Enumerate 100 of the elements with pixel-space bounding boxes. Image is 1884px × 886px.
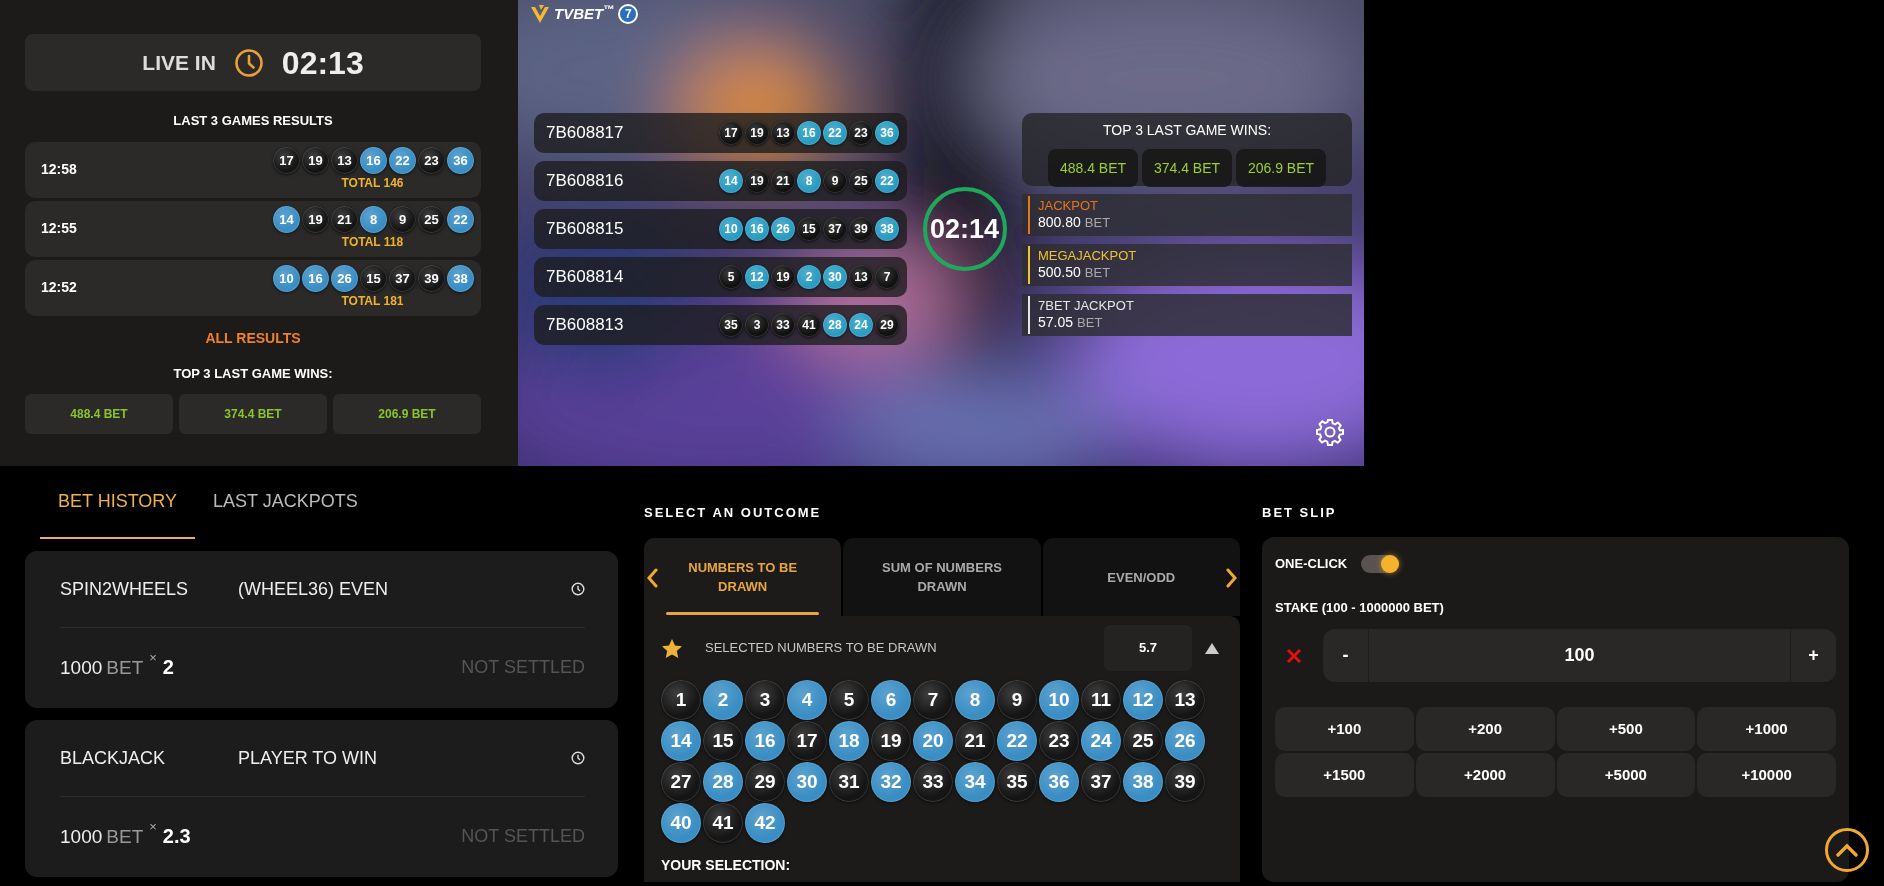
outcome-tab[interactable]: SUM OF NUMBERS DRAWN <box>843 538 1041 616</box>
number-ball: 16 <box>360 147 387 174</box>
stake-amount: 1000 <box>60 824 103 849</box>
minus-button[interactable]: - <box>1323 629 1368 682</box>
number-ball: 21 <box>771 169 795 193</box>
jackpot-amount: 500.50 <box>1038 263 1081 280</box>
quick-stake-button[interactable]: +5000 <box>1556 753 1696 797</box>
win-amount: 488.4 BET <box>1048 149 1138 187</box>
clock-icon <box>233 47 264 78</box>
number-ball: 35 <box>719 313 743 337</box>
section-title: BET SLIP <box>1262 504 1338 522</box>
draw-id: 7B608816 <box>546 170 624 193</box>
section-title: TOP 3 LAST GAME WINS: <box>172 364 334 383</box>
close-icon[interactable] <box>1286 647 1302 664</box>
number-ball: 14 <box>661 721 701 761</box>
number-ball: 5 <box>829 680 869 720</box>
total-text: TOTAL 146 <box>341 175 404 192</box>
win-amount: 374.4 BET <box>179 394 327 434</box>
jackpot-name: 7BET JACKPOT <box>1038 297 1134 313</box>
number-ball: 25 <box>849 169 873 193</box>
scroll-top-button[interactable] <box>1825 828 1869 872</box>
quick-stake-button[interactable]: +100 <box>1275 707 1414 751</box>
number-ball: 37 <box>389 265 416 292</box>
settings-icon[interactable] <box>1316 418 1344 446</box>
clock-icon <box>571 751 585 765</box>
draw-id: 7B608814 <box>546 266 624 289</box>
chevron-right-icon[interactable] <box>1226 568 1238 588</box>
win-amount: 206.9 BET <box>333 394 481 434</box>
number-ball: 10 <box>273 265 300 292</box>
all-results-link[interactable]: ALL RESULTS <box>205 329 301 346</box>
jackpot-name: JACKPOT <box>1038 197 1099 213</box>
number-ball: 3 <box>745 313 769 337</box>
win-amount: 374.4 BET <box>1142 149 1232 187</box>
market-name: SELECTED NUMBERS TO BE DRAWN <box>705 639 937 658</box>
draw-time: 12:55 <box>41 219 77 238</box>
number-ball: 22 <box>997 721 1037 761</box>
chevron-left-icon[interactable] <box>646 568 658 588</box>
star-icon[interactable] <box>661 637 683 659</box>
number-ball: 27 <box>661 762 701 802</box>
draw-id: 7B608817 <box>546 122 624 145</box>
number-ball: 37 <box>1081 762 1121 802</box>
number-ball: 30 <box>787 762 827 802</box>
toggle-label: ONE-CLICK <box>1275 555 1348 573</box>
history-tab[interactable]: BET HISTORY <box>40 466 196 539</box>
quick-stake-button[interactable]: +2000 <box>1415 753 1555 797</box>
number-ball: 19 <box>302 206 329 233</box>
number-ball: 39 <box>1165 762 1205 802</box>
number-ball: 22 <box>447 206 474 233</box>
times-sign: × <box>149 648 157 667</box>
number-ball: 41 <box>703 803 743 843</box>
bet-outcome: PLAYER TO WIN <box>238 746 379 770</box>
outcome-tab[interactable]: EVEN/ODD <box>1042 538 1240 616</box>
outcome-tab[interactable]: NUMBERS TO BE DRAWN <box>644 538 842 616</box>
quick-stake-button[interactable]: +200 <box>1415 707 1555 751</box>
draw-id: 7B608815 <box>546 218 624 241</box>
number-ball: 19 <box>771 265 795 289</box>
toggle-switch[interactable] <box>1361 554 1400 573</box>
number-ball: 19 <box>745 169 769 193</box>
number-ball: 10 <box>719 217 743 241</box>
number-ball: 21 <box>331 206 358 233</box>
number-ball: 39 <box>418 265 445 292</box>
number-ball: 19 <box>302 147 329 174</box>
number-ball: 25 <box>418 206 445 233</box>
caret-up-icon[interactable] <box>1204 641 1220 655</box>
quick-stake-button[interactable]: +1500 <box>1275 753 1414 797</box>
number-ball: 16 <box>797 121 821 145</box>
quick-stake-button[interactable]: +500 <box>1556 707 1696 751</box>
currency-label: BET <box>1084 263 1111 282</box>
number-ball: 37 <box>823 217 847 241</box>
number-ball: 17 <box>719 121 743 145</box>
logo-text: TVBET$^{™}$ <box>554 3 615 24</box>
currency-label: BET <box>1084 213 1111 232</box>
number-ball: 1 <box>661 680 701 720</box>
jackpot-name: MEGAJACKPOT <box>1038 247 1137 263</box>
quick-stake-button[interactable]: +1000 <box>1697 707 1836 751</box>
times-sign: × <box>149 817 157 836</box>
odds-value: 2.3 <box>162 823 191 849</box>
total-text: TOTAL 181 <box>341 293 404 310</box>
number-ball: 2 <box>703 680 743 720</box>
plus-button[interactable]: + <box>1791 629 1836 682</box>
number-ball: 6 <box>871 680 911 720</box>
number-ball: 39 <box>849 217 873 241</box>
stake-input[interactable]: 100 <box>1368 629 1791 682</box>
history-tab[interactable]: LAST JACKPOTS <box>195 466 376 539</box>
number-ball: 14 <box>719 169 743 193</box>
jackpot-amount: 57.05 <box>1038 313 1074 330</box>
game-name: SPIN2WHEELS <box>60 577 190 601</box>
number-ball: 2 <box>797 265 821 289</box>
stake-label: STAKE (100 - 1000000 BET) <box>1275 598 1445 617</box>
number-ball: 13 <box>331 147 358 174</box>
quick-stake-button[interactable]: +10000 <box>1697 753 1836 797</box>
logo-icon <box>530 4 550 25</box>
number-ball: 12 <box>1123 680 1163 720</box>
number-ball: 13 <box>1165 680 1205 720</box>
number-ball: 10 <box>1039 680 1079 720</box>
number-ball: 28 <box>823 313 847 337</box>
number-ball: 38 <box>1123 762 1163 802</box>
section-title: LAST 3 GAMES RESULTS <box>172 112 334 130</box>
number-ball: 19 <box>745 121 769 145</box>
number-ball: 13 <box>771 121 795 145</box>
